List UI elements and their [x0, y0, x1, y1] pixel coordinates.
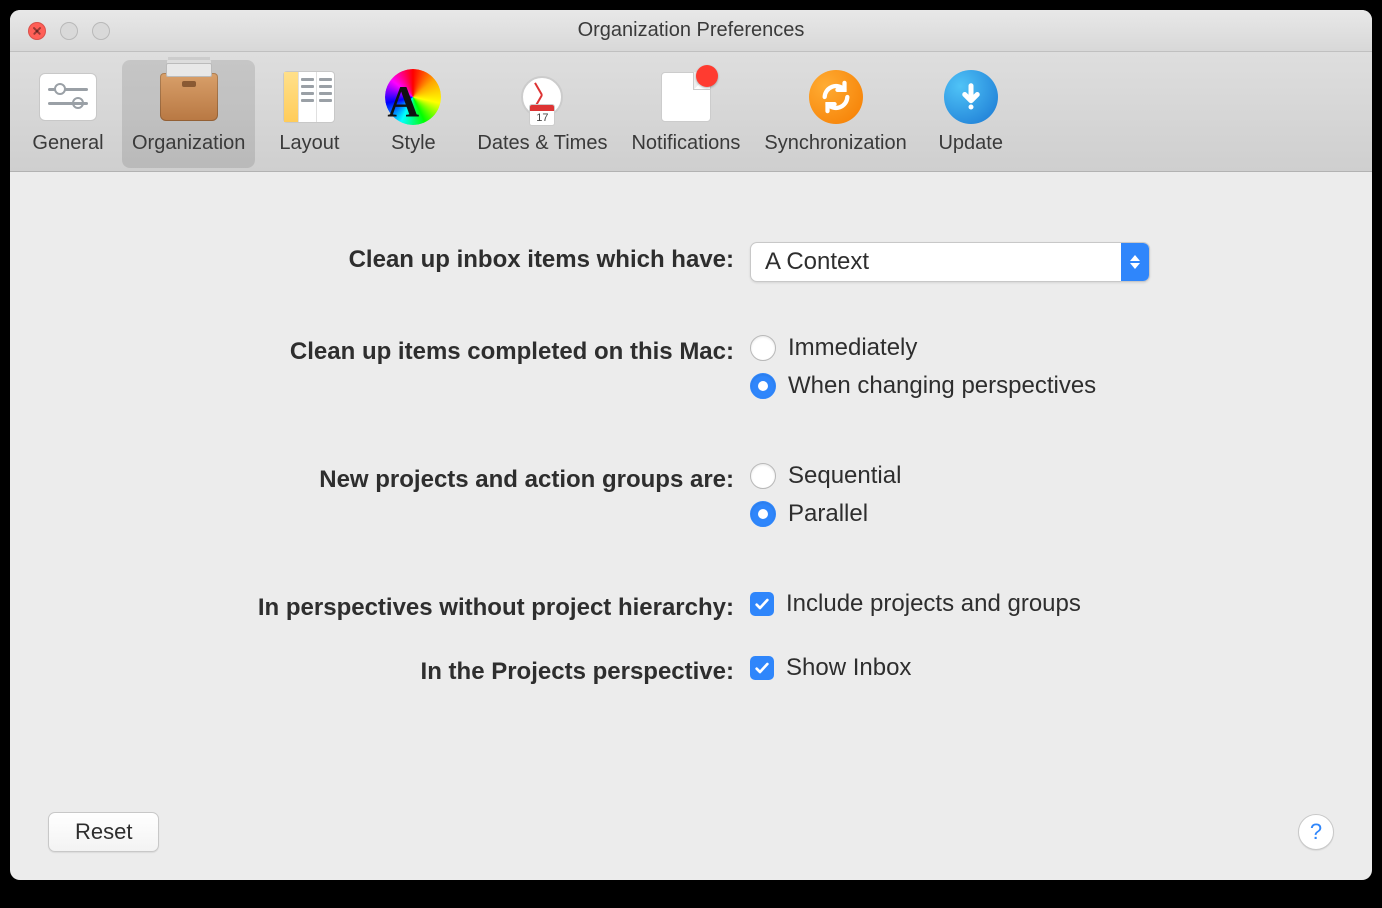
tab-label: Style	[391, 132, 435, 155]
tab-update[interactable]: Update	[921, 60, 1021, 168]
note-badge-icon	[655, 66, 717, 128]
window-title: Organization Preferences	[10, 19, 1372, 42]
tab-label: Layout	[279, 132, 339, 155]
cleanup-changing-perspectives-radio[interactable]: When changing perspectives	[750, 372, 1332, 400]
tab-dates-times[interactable]: 17 Dates & Times	[467, 60, 617, 168]
cleanup-inbox-label: Clean up inbox items which have:	[50, 242, 750, 274]
tab-organization[interactable]: Organization	[122, 60, 255, 168]
tab-label: Organization	[132, 132, 245, 155]
tab-label: Dates & Times	[477, 132, 607, 155]
drawer-icon	[158, 66, 220, 128]
radio-icon	[750, 335, 776, 361]
chevron-updown-icon	[1121, 243, 1149, 281]
tab-synchronization[interactable]: Synchronization	[754, 60, 916, 168]
download-arrow-icon	[940, 66, 1002, 128]
columns-icon	[278, 66, 340, 128]
help-button[interactable]: ?	[1298, 814, 1334, 850]
tab-label: Update	[938, 132, 1003, 155]
radio-label: Immediately	[788, 334, 917, 362]
show-inbox-checkbox[interactable]: Show Inbox	[750, 654, 1332, 682]
new-projects-label: New projects and action groups are:	[50, 462, 750, 494]
tab-notifications[interactable]: Notifications	[621, 60, 750, 168]
tab-general[interactable]: General	[18, 60, 118, 168]
radio-icon	[750, 501, 776, 527]
tab-label: General	[32, 132, 103, 155]
projects-perspective-label: In the Projects perspective:	[50, 654, 750, 686]
tab-layout[interactable]: Layout	[259, 60, 359, 168]
radio-label: Parallel	[788, 500, 868, 528]
checkmark-icon	[750, 656, 774, 680]
tab-label: Synchronization	[764, 132, 906, 155]
sync-icon	[805, 66, 867, 128]
popup-value: A Context	[765, 248, 869, 276]
font-color-icon: A	[382, 66, 444, 128]
titlebar: Organization Preferences	[10, 10, 1372, 52]
checkmark-icon	[750, 592, 774, 616]
preferences-toolbar: General Organization Layout A Style	[10, 52, 1372, 172]
cleanup-completed-label: Clean up items completed on this Mac:	[50, 334, 750, 366]
reset-button[interactable]: Reset	[48, 812, 159, 852]
clock-calendar-icon: 17	[511, 66, 573, 128]
sequential-radio[interactable]: Sequential	[750, 462, 1332, 490]
cleanup-inbox-popup[interactable]: A Context	[750, 242, 1150, 282]
radio-label: Sequential	[788, 462, 901, 490]
cleanup-immediately-radio[interactable]: Immediately	[750, 334, 1332, 362]
without-hierarchy-label: In perspectives without project hierarch…	[50, 590, 750, 622]
include-projects-checkbox[interactable]: Include projects and groups	[750, 590, 1332, 618]
preferences-window: Organization Preferences General Organiz…	[10, 10, 1372, 880]
tab-style[interactable]: A Style	[363, 60, 463, 168]
checkbox-label: Include projects and groups	[786, 590, 1081, 618]
tab-label: Notifications	[631, 132, 740, 155]
sliders-icon	[37, 66, 99, 128]
parallel-radio[interactable]: Parallel	[750, 500, 1332, 528]
preferences-content: Clean up inbox items which have: A Conte…	[10, 172, 1372, 880]
radio-label: When changing perspectives	[788, 372, 1096, 400]
radio-icon	[750, 373, 776, 399]
checkbox-label: Show Inbox	[786, 654, 911, 682]
radio-icon	[750, 463, 776, 489]
footer: Reset ?	[48, 812, 1334, 852]
